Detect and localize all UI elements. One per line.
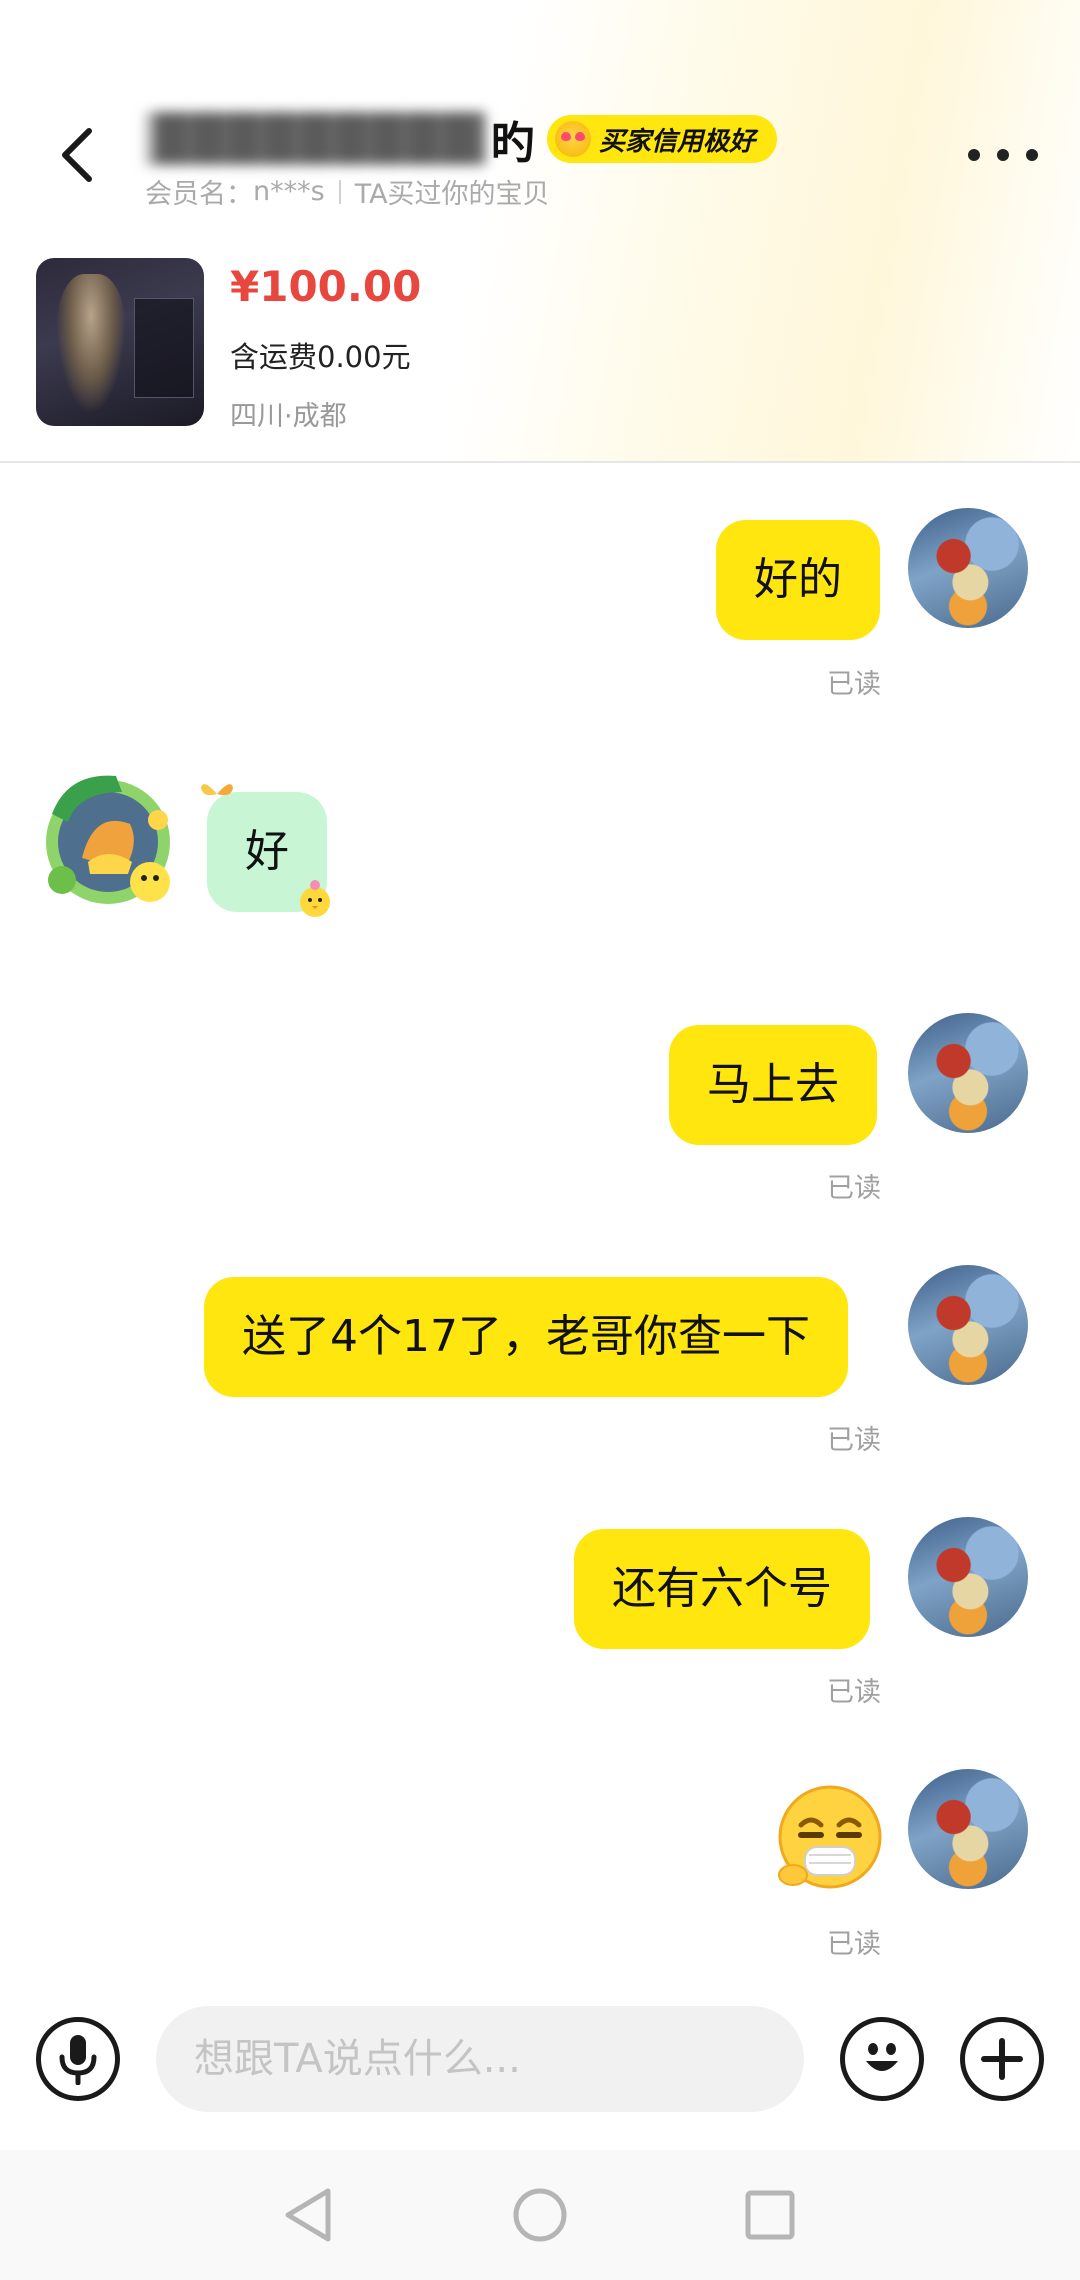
message-bubble-me[interactable]: 好的 [716,520,880,640]
credit-badge-label: 买家信用极好 [599,126,756,157]
member-name: n***s [253,176,325,207]
contact-name-blurred: ██████████ [145,112,485,166]
message-bubble-me[interactable]: 还有六个号 [574,1529,870,1649]
member-prefix: 会员名： [145,179,253,210]
square-recents-icon [745,2190,795,2240]
circle-home-icon [513,2188,567,2242]
more-actions-button[interactable] [960,2017,1044,2101]
product-info: ¥100.00 含运费0.00元 四川·成都 [230,258,422,432]
plus-icon [981,2038,1023,2080]
back-button[interactable] [42,115,112,195]
read-status: 已读 [827,1677,881,1708]
nav-back-button[interactable] [276,2183,340,2247]
message-text: 好 [245,826,289,877]
credit-badge[interactable]: 买家信用极好 [547,115,778,163]
read-status: 已读 [827,1173,881,1204]
product-location: 四川·成都 [230,401,347,432]
my-avatar[interactable] [908,1013,1028,1133]
nav-recents-button[interactable] [738,2183,802,2247]
emoji-button[interactable] [840,2017,924,2101]
message-bubble-me[interactable]: 送了4个17了，老哥你查一下 [204,1277,848,1397]
voice-button[interactable] [36,2017,120,2101]
message-bubble-other[interactable]: 好 [201,784,330,917]
member-info: 会员名： n***s TA买过你的宝贝 [145,172,550,211]
smiley-icon [866,2043,898,2071]
product-thumbnail [36,258,204,426]
read-status: 已读 [827,1425,881,1456]
message-input[interactable] [156,2006,804,2112]
triangle-back-icon [285,2188,331,2242]
product-price: ¥100.00 [230,262,422,311]
more-button[interactable] [968,140,1038,170]
more-dots-icon [968,149,980,161]
chat-header: ██████████ 旳 买家信用极好 会员名： n***s TA买过你的宝贝 … [0,0,1080,463]
my-avatar[interactable] [908,1769,1028,1889]
read-status: 已读 [827,669,881,700]
my-avatar[interactable] [908,1265,1028,1385]
message-bubble-me[interactable]: 马上去 [669,1025,877,1145]
divider [338,179,341,204]
contact-name-tail: 旳 [491,118,535,169]
microphone-icon [59,2035,97,2085]
butterfly-icon [201,784,233,796]
read-status: 已读 [827,1929,881,1960]
system-nav-bar [0,2150,1080,2280]
back-chevron-icon [62,128,92,182]
input-bar [0,1970,1080,2150]
product-card[interactable]: ¥100.00 含运费0.00元 四川·成都 [36,258,1046,432]
message-emoji[interactable] [775,1785,885,1895]
chat-title: ██████████ 旳 买家信用极好 [145,108,778,170]
my-avatar[interactable] [908,508,1028,628]
contact-avatar[interactable] [38,762,188,912]
member-note: TA买过你的宝贝 [354,179,550,210]
smile-with-mask-emoji [778,1785,882,1889]
chick-icon [300,880,330,917]
product-shipping: 含运费0.00元 [230,340,411,374]
my-avatar[interactable] [908,1517,1028,1637]
nav-home-button[interactable] [508,2183,572,2247]
heart-eyes-icon [555,121,591,157]
